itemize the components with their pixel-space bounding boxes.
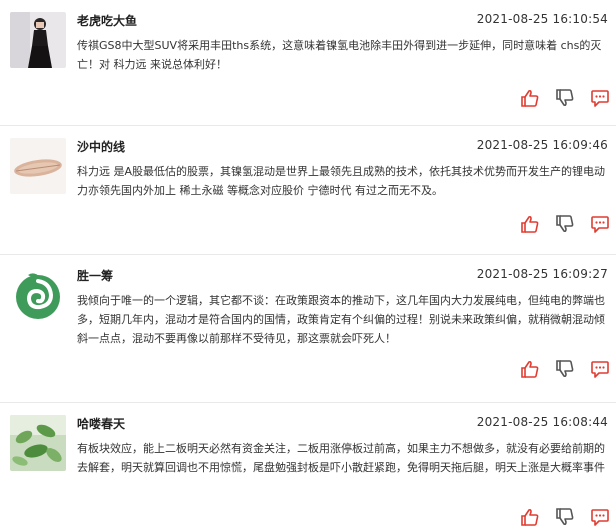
comment-item: 老虎吃大鱼 2021-08-25 16:10:54 传祺GS8中大型SUV将采用… xyxy=(0,0,616,126)
thumbs-down-icon[interactable] xyxy=(555,359,575,379)
timestamp: 2021-08-25 16:10:54 xyxy=(476,12,608,26)
comment-icon[interactable] xyxy=(590,507,610,527)
thumbs-up-icon[interactable] xyxy=(520,507,540,527)
comment-actions xyxy=(520,214,610,234)
username[interactable]: 沙中的线 xyxy=(77,138,125,155)
comment-icon[interactable] xyxy=(590,88,610,108)
comment-item: 胜一筹 2021-08-25 16:09:27 我倾向于唯一的一个逻辑，其它都不… xyxy=(0,255,616,403)
username[interactable]: 老虎吃大鱼 xyxy=(77,12,137,29)
avatar[interactable] xyxy=(10,12,66,68)
avatar[interactable] xyxy=(10,138,66,194)
comment-icon[interactable] xyxy=(590,359,610,379)
avatar[interactable] xyxy=(10,267,66,323)
username[interactable]: 哈喽春天 xyxy=(77,415,125,432)
comment-actions xyxy=(520,507,610,527)
thumbs-down-icon[interactable] xyxy=(555,88,575,108)
thumbs-down-icon[interactable] xyxy=(555,214,575,234)
thumbs-up-icon[interactable] xyxy=(520,214,540,234)
timestamp: 2021-08-25 16:09:27 xyxy=(476,267,608,281)
comment-icon[interactable] xyxy=(590,214,610,234)
username[interactable]: 胜一筹 xyxy=(77,267,113,284)
comment-text: 传祺GS8中大型SUV将采用丰田ths系统，这意味着镍氢电池除丰田外得到进一步延… xyxy=(77,39,602,71)
timestamp: 2021-08-25 16:09:46 xyxy=(476,138,608,152)
thumbs-up-icon[interactable] xyxy=(520,88,540,108)
thumbs-down-icon[interactable] xyxy=(555,507,575,527)
comment-item: 沙中的线 2021-08-25 16:09:46 科力远 是A股最低估的股票，其… xyxy=(0,126,616,255)
thumbs-up-icon[interactable] xyxy=(520,359,540,379)
comment-text: 科力远 是A股最低估的股票，其镍氢混动是世界上最领先且成熟的技术，依托其技术优势… xyxy=(77,165,606,197)
comment-actions xyxy=(520,88,610,108)
comment-text: 有板块效应，能上二板明天必然有资金关注，二板用涨停板过前高，如果主力不想做多，就… xyxy=(77,442,605,474)
comment-text: 我倾向于唯一的一个逻辑，其它都不谈：在政策跟资本的推动下，这几年国内大力发展纯电… xyxy=(77,294,605,345)
comment-item: 哈喽春天 2021-08-25 16:08:44 有板块效应，能上二板明天必然有… xyxy=(0,403,616,529)
avatar[interactable] xyxy=(10,415,66,471)
comment-actions xyxy=(520,359,610,379)
timestamp: 2021-08-25 16:08:44 xyxy=(476,415,608,429)
